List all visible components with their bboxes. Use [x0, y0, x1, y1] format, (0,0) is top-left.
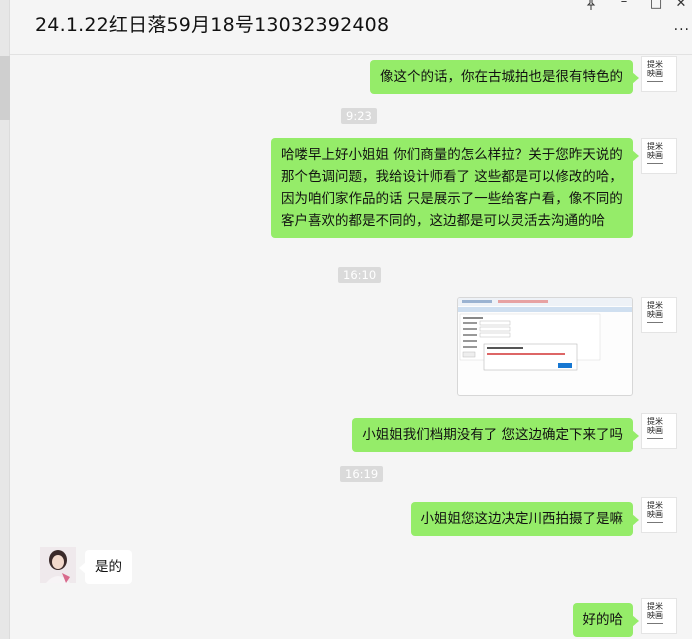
minimize-button[interactable]: –	[613, 0, 635, 9]
chat-title: 24.1.22红日落59月18号13032392408	[35, 14, 390, 36]
close-button[interactable]: ✕	[670, 0, 692, 11]
brand-logo: 提米 映画	[647, 60, 663, 78]
screenshot-thumbnail	[458, 298, 632, 371]
scrollbar-thumb[interactable]	[0, 56, 10, 120]
message-list[interactable]: 像这个的话，你在古城拍也是很有特色的 提米 映画 9:23 哈喽早上好小姐姐 你们…	[10, 56, 692, 639]
image-message[interactable]	[457, 297, 633, 396]
my-avatar[interactable]: 提米 映画	[641, 598, 677, 634]
message-bubble-sent[interactable]: 小姐姐我们档期没有了 您这边确定下来了吗	[352, 418, 639, 452]
maximize-button[interactable]: □	[645, 0, 667, 11]
message-bubble-sent[interactable]: 像这个的话，你在古城拍也是很有特色的	[370, 60, 639, 94]
contact-avatar[interactable]	[40, 547, 76, 583]
timestamp: 9:23	[341, 108, 377, 124]
message-bubble-sent[interactable]: 小姐姐您这边决定川西拍摄了是嘛	[410, 502, 639, 536]
logo-underline	[647, 163, 663, 164]
logo-underline	[647, 322, 663, 323]
brand-logo: 提米 映画	[647, 142, 663, 160]
pin-icon[interactable]	[580, 0, 602, 15]
more-options-button[interactable]: ···	[674, 22, 690, 38]
my-avatar[interactable]: 提米 映画	[641, 297, 677, 333]
message-bubble-sent[interactable]: 好的哈	[572, 603, 639, 637]
my-avatar[interactable]: 提米 映画	[641, 413, 677, 449]
logo-underline	[647, 81, 663, 82]
logo-underline	[647, 623, 663, 624]
logo-underline	[647, 438, 663, 439]
message-bubble-received[interactable]: 是的	[79, 550, 132, 584]
my-avatar[interactable]: 提米 映画	[641, 497, 677, 533]
brand-logo: 提米 映画	[647, 417, 663, 435]
my-avatar[interactable]: 提米 映画	[641, 138, 677, 174]
chat-header: 24.1.22红日落59月18号13032392408 – □ ✕ ···	[10, 0, 692, 55]
my-avatar[interactable]: 提米 映画	[641, 56, 677, 92]
timestamp: 16:19	[340, 466, 384, 482]
message-bubble-sent[interactable]: 哈喽早上好小姐姐 你们商量的怎么样拉？关于您昨天说的那个色调问题，我给设计师看了…	[271, 138, 639, 238]
brand-logo: 提米 映画	[647, 602, 663, 620]
left-scrollbar[interactable]	[0, 0, 10, 639]
contact-photo	[40, 547, 76, 583]
brand-logo: 提米 映画	[647, 501, 663, 519]
brand-logo: 提米 映画	[647, 301, 663, 319]
logo-underline	[647, 522, 663, 523]
timestamp: 16:10	[338, 267, 382, 283]
